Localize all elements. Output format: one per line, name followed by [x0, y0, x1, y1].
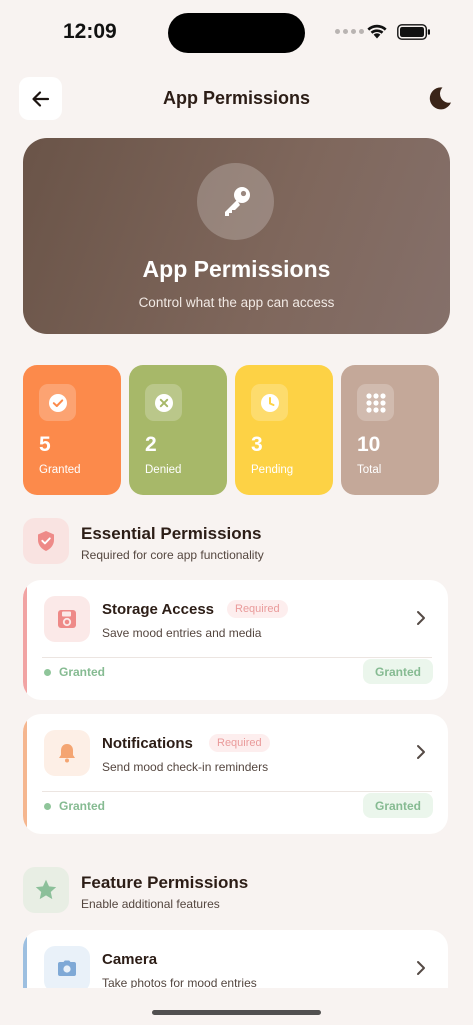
permission-card-storage[interactable]: Storage Access Required Save mood entrie… — [23, 580, 448, 700]
chevron-right-icon — [417, 745, 425, 759]
section-subtitle-essential: Required for core app functionality — [81, 548, 264, 562]
card-divider — [42, 791, 432, 792]
required-badge: Required — [227, 600, 288, 618]
shield-icon — [23, 518, 69, 564]
status-badge: Granted — [363, 659, 433, 684]
stat-label: Total — [357, 464, 382, 476]
status-bar: 12:09 — [0, 0, 473, 64]
floppy-icon — [44, 596, 90, 642]
stat-label: Denied — [145, 464, 182, 476]
page-title: App Permissions — [162, 88, 311, 108]
star-icon — [23, 867, 69, 913]
chevron-right-icon — [417, 961, 425, 975]
permission-description: Send mood check-in reminders — [102, 760, 269, 774]
chevron-right-icon — [417, 611, 425, 625]
clock-icon — [251, 384, 288, 421]
permission-name: Camera — [102, 951, 158, 968]
status-text: Granted — [59, 665, 106, 679]
permission-name: Storage Access — [102, 601, 215, 618]
card-accent — [23, 714, 27, 834]
card-accent — [23, 930, 27, 988]
permission-card-camera[interactable]: Camera Take photos for mood entries — [23, 930, 448, 988]
hero-title: App Permissions — [142, 256, 331, 282]
status-badge: Granted — [363, 793, 433, 818]
stat-value: 10 — [357, 433, 381, 456]
bell-icon — [44, 730, 90, 776]
hero-subtitle: Control what the app can access — [138, 295, 335, 310]
signal-icon — [335, 29, 364, 34]
permission-description: Take photos for mood entries — [102, 976, 257, 988]
stat-label: Granted — [39, 464, 81, 476]
key-icon — [224, 186, 250, 216]
stat-value: 2 — [145, 433, 157, 456]
dynamic-island — [168, 13, 305, 53]
grid-icon — [357, 384, 394, 421]
permission-description: Save mood entries and media — [102, 626, 262, 640]
wifi-icon — [367, 24, 387, 39]
stat-card-denied[interactable]: 2 Denied — [129, 365, 227, 495]
section-subtitle-feature: Enable additional features — [81, 897, 220, 911]
camera-icon — [44, 946, 90, 988]
stat-card-pending[interactable]: 3 Pending — [235, 365, 333, 495]
status-text: Granted — [59, 799, 106, 813]
stat-value: 3 — [251, 433, 263, 456]
permission-name: Notifications — [102, 735, 193, 752]
card-divider — [42, 657, 432, 658]
stat-card-total[interactable]: 10 Total — [341, 365, 439, 495]
stat-value: 5 — [39, 433, 51, 456]
permission-card-notifications[interactable]: Notifications Required Send mood check-i… — [23, 714, 448, 834]
dark-mode-toggle[interactable] — [424, 82, 456, 114]
card-accent — [23, 580, 27, 700]
status-dot — [44, 803, 51, 810]
required-badge: Required — [209, 734, 270, 752]
check-icon — [39, 384, 76, 421]
battery-icon — [397, 24, 430, 40]
status-time: 12:09 — [63, 20, 117, 43]
moon-icon — [429, 87, 451, 110]
section-title-essential: Essential Permissions — [81, 524, 262, 543]
hero-icon-circle — [197, 163, 274, 240]
x-icon — [145, 384, 182, 421]
home-indicator — [152, 1010, 321, 1015]
status-dot — [44, 669, 51, 676]
section-title-feature: Feature Permissions — [81, 873, 249, 892]
stat-label: Pending — [251, 464, 294, 476]
stat-card-granted[interactable]: 5 Granted — [23, 365, 121, 495]
hero-card: App Permissions Control what the app can… — [23, 138, 450, 334]
